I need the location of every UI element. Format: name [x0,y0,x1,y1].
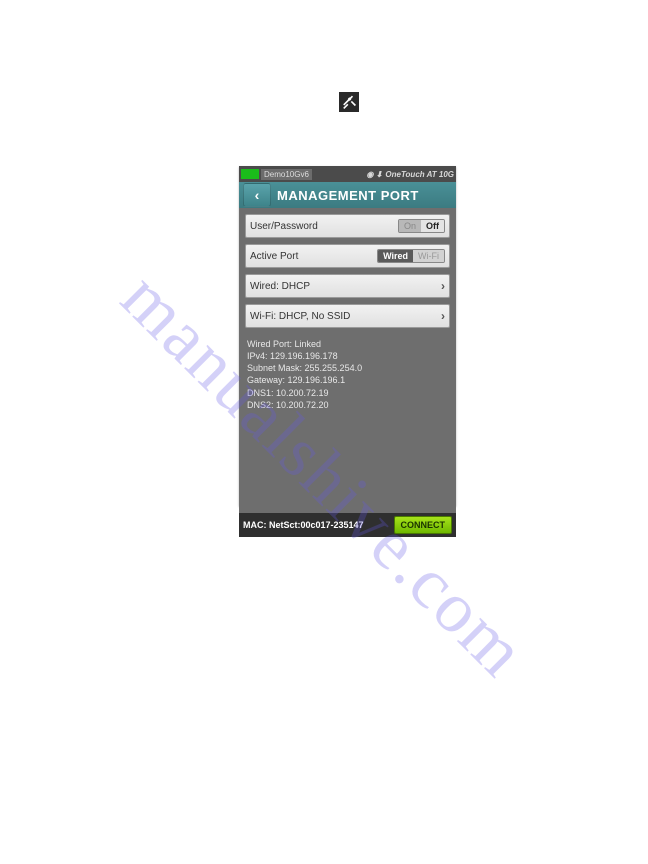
info-line: Gateway: 129.196.196.1 [247,374,448,386]
document-page: Demo10Gv6 ◉ ⬇ OneTouch AT 10G ‹ MANAGEME… [0,0,648,864]
info-line: DNS2: 10.200.72.20 [247,399,448,411]
info-line: Wired Port: Linked [247,338,448,350]
screen-title: MANAGEMENT PORT [271,188,456,203]
content-area: User/Password On Off Active Port Wired W… [239,208,456,423]
connect-button[interactable]: CONNECT [394,516,453,534]
toggle-wifi: Wi-Fi [413,250,444,262]
back-button[interactable]: ‹ [243,183,271,207]
toggle-off: Off [421,220,444,232]
row-user-password[interactable]: User/Password On Off [245,214,450,238]
tools-icon [339,92,359,112]
toggle-active-port[interactable]: Wired Wi-Fi [377,249,445,263]
info-line: IPv4: 129.196.196.178 [247,350,448,362]
chevron-right-icon: › [441,309,445,323]
row-active-port[interactable]: Active Port Wired Wi-Fi [245,244,450,268]
row-label: Active Port [250,251,298,262]
mac-address: MAC: NetSct:00c017-235147 [243,520,364,530]
row-label: User/Password [250,221,318,232]
status-icons: ◉ ⬇ [366,170,382,179]
battery-icon [241,169,259,179]
wrench-screwdriver-icon [342,95,356,109]
row-label: Wired: DHCP [250,281,310,292]
chevron-left-icon: ‹ [255,187,260,203]
row-label: Wi-Fi: DHCP, No SSID [250,311,350,322]
toggle-wired: Wired [378,250,413,262]
profile-name: Demo10Gv6 [261,169,312,180]
title-bar: ‹ MANAGEMENT PORT [239,182,456,208]
row-wifi-config[interactable]: Wi-Fi: DHCP, No SSID › [245,304,450,328]
toggle-on: On [399,220,421,232]
product-name: OneTouch AT 10G [385,170,454,179]
info-line: DNS1: 10.200.72.19 [247,387,448,399]
chevron-right-icon: › [441,279,445,293]
device-screenshot: Demo10Gv6 ◉ ⬇ OneTouch AT 10G ‹ MANAGEME… [239,166,456,506]
status-bar: Demo10Gv6 ◉ ⬇ OneTouch AT 10G [239,166,456,182]
row-wired-config[interactable]: Wired: DHCP › [245,274,450,298]
footer-bar: MAC: NetSct:00c017-235147 CONNECT [239,513,456,537]
network-info: Wired Port: Linked IPv4: 129.196.196.178… [245,334,450,419]
info-line: Subnet Mask: 255.255.254.0 [247,362,448,374]
toggle-user-password[interactable]: On Off [398,219,445,233]
empty-area [239,423,456,513]
